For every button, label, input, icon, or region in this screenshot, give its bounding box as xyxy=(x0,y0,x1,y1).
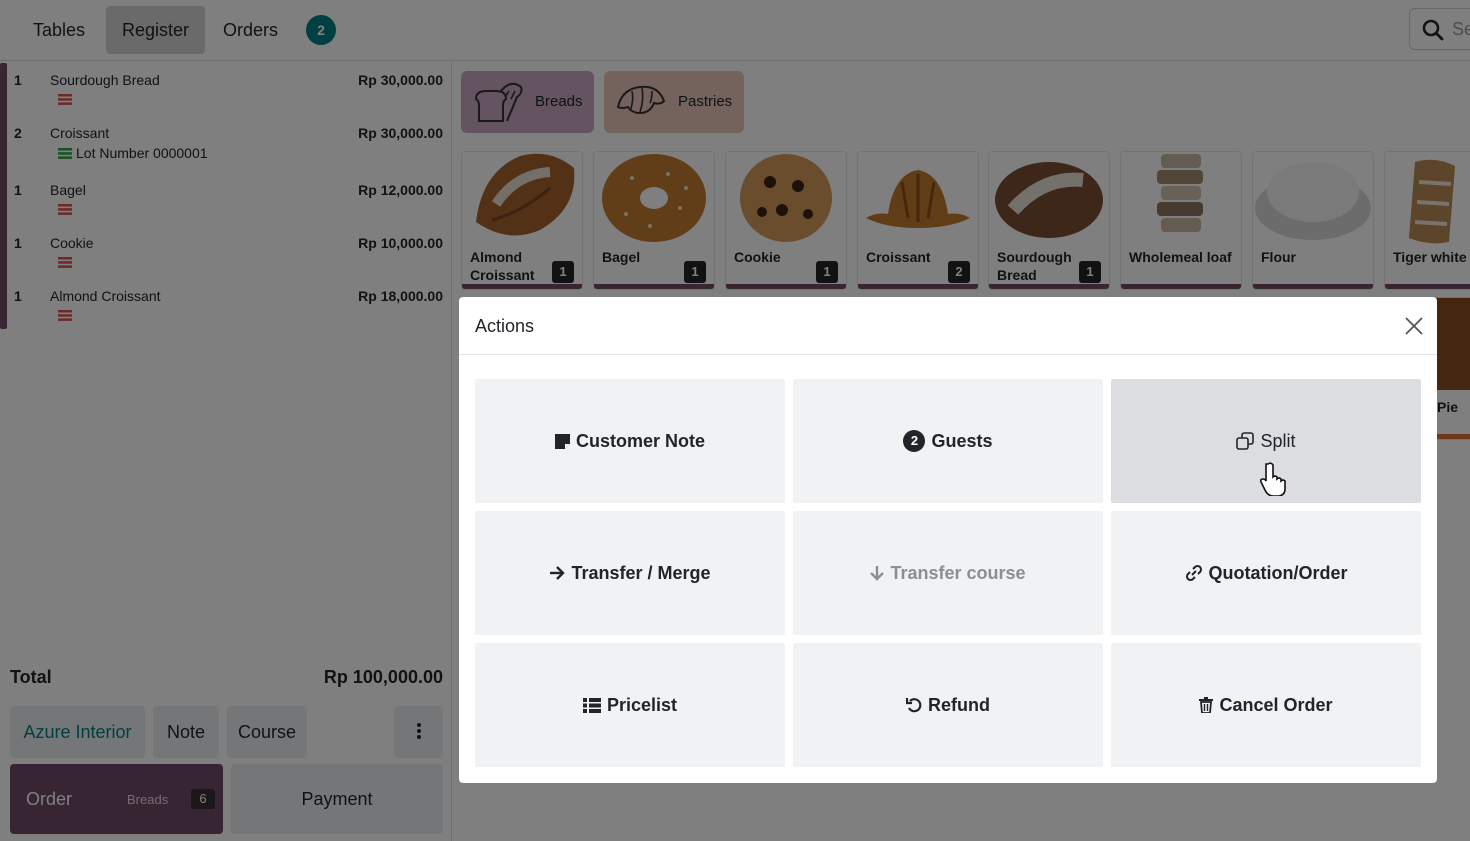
action-label: Transfer / Merge xyxy=(571,562,711,583)
undo-icon xyxy=(906,697,922,713)
quotation-order-button[interactable]: Quotation/Order xyxy=(1111,511,1421,635)
refund-button[interactable]: Refund xyxy=(793,643,1103,767)
trash-icon xyxy=(1199,697,1214,713)
transfer-course-button[interactable]: Transfer course xyxy=(793,511,1103,635)
cancel-order-button[interactable]: Cancel Order xyxy=(1111,643,1421,767)
action-label: Refund xyxy=(928,694,990,715)
customer-note-button[interactable]: Customer Note xyxy=(475,379,785,503)
link-icon xyxy=(1185,564,1203,582)
action-label: Quotation/Order xyxy=(1208,562,1348,583)
dialog-header: Actions xyxy=(459,297,1437,355)
pricelist-button[interactable]: Pricelist xyxy=(475,643,785,767)
note-icon xyxy=(554,433,570,449)
action-label: Cancel Order xyxy=(1219,694,1333,715)
action-label: Pricelist xyxy=(606,694,678,715)
action-label: Guests xyxy=(931,430,993,451)
guest-count-badge: 2 xyxy=(903,430,926,452)
actions-dialog: Actions Customer Note 2 Guests Split Tra… xyxy=(459,297,1437,783)
action-label: Transfer course xyxy=(890,562,1026,583)
list-icon xyxy=(582,697,601,713)
arrow-right-icon xyxy=(549,566,566,580)
hand-pointer-icon xyxy=(1259,462,1286,496)
action-label: Customer Note xyxy=(575,430,705,451)
arrow-down-icon xyxy=(870,565,885,581)
action-label: Split xyxy=(1260,430,1296,451)
close-icon[interactable] xyxy=(1403,315,1425,337)
transfer-merge-button[interactable]: Transfer / Merge xyxy=(475,511,785,635)
dialog-title: Actions xyxy=(475,316,535,336)
copy-icon xyxy=(1236,432,1255,450)
guests-button[interactable]: 2 Guests xyxy=(793,379,1103,503)
